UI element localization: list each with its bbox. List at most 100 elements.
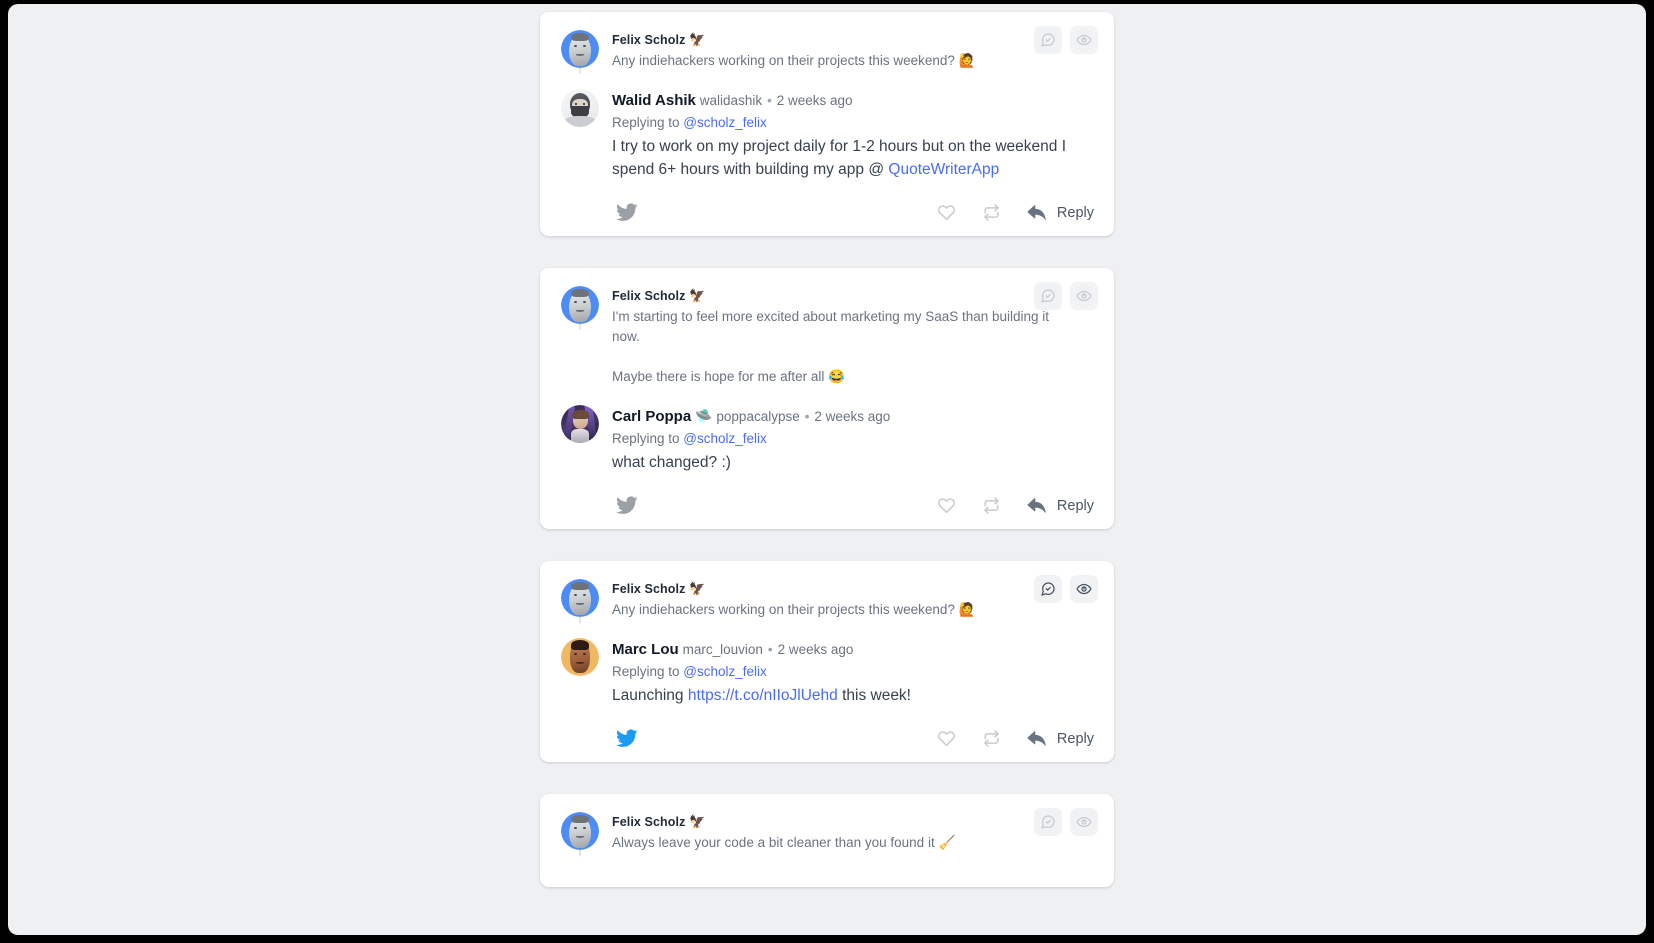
avatar-column (560, 579, 600, 623)
meta-separator: • (766, 92, 772, 108)
avatar-column (560, 30, 600, 74)
original-author-name: Felix Scholz 🦅 (612, 31, 1064, 49)
avatar[interactable] (561, 30, 599, 68)
reply-author-handle: walidashik (699, 93, 763, 108)
reply-card[interactable]: Felix Scholz 🦅 Any indiehackers working o… (540, 561, 1114, 762)
original-tweet: Felix Scholz 🦅 Any indiehackers working o… (560, 30, 1094, 74)
avatar[interactable] (561, 579, 599, 617)
original-tweet-text: Any indiehackers working on their projec… (612, 602, 976, 617)
avatar[interactable] (561, 812, 599, 850)
thread-connector-line (579, 68, 581, 74)
reply-meta: Carl Poppa 🛸 poppacalypse • 2 weeks ago (612, 406, 1080, 427)
reply-button[interactable]: Reply (1027, 496, 1094, 515)
reply-arrow-icon (1027, 729, 1048, 748)
original-tweet-body: Felix Scholz 🦅 Any indiehackers working o… (612, 30, 1064, 71)
reply-arrow-icon (1027, 203, 1048, 222)
meta-separator: • (804, 408, 810, 424)
original-tweet: Felix Scholz 🦅 I'm starting to feel more … (560, 286, 1094, 387)
author-badge-emoji: 🦅 (689, 814, 706, 829)
card-footer: Reply (560, 480, 1094, 529)
avatar-column (560, 638, 600, 676)
author-badge-emoji: 🦅 (689, 288, 706, 303)
footer-action-group: Reply (937, 203, 1094, 222)
original-tweet-body: Felix Scholz 🦅 Always leave your code a b… (612, 812, 1064, 853)
replying-to-prefix: Replying to (612, 664, 684, 679)
avatar[interactable] (561, 405, 599, 443)
meta-separator: • (767, 641, 773, 657)
reply-author-handle: marc_louvion (682, 642, 763, 657)
app-viewport: Felix Scholz 🦅 Any indiehackers working o… (8, 4, 1646, 935)
reply-body: Walid Ashik walidashik • 2 weeks ago Repl… (612, 89, 1080, 181)
avatar[interactable] (561, 286, 599, 324)
avatar[interactable] (561, 638, 599, 676)
retweet-icon-button[interactable] (982, 729, 1001, 748)
replying-to-handle-link[interactable]: @scholz_felix (683, 115, 767, 130)
heart-icon-button[interactable] (937, 203, 956, 222)
reply-body: Marc Lou marc_louvion • 2 weeks ago Reply… (612, 638, 1080, 707)
thread-connector-line (579, 850, 581, 856)
twitter-bird-icon[interactable] (616, 496, 638, 515)
twitter-bird-icon[interactable] (616, 203, 638, 222)
reply-block: Carl Poppa 🛸 poppacalypse • 2 weeks ago R… (560, 405, 1094, 474)
reply-arrow-icon (1027, 496, 1048, 515)
reply-block: Walid Ashik walidashik • 2 weeks ago Repl… (560, 89, 1094, 181)
retweet-icon-button[interactable] (982, 496, 1001, 515)
avatar-column (560, 286, 600, 330)
avatar-column (560, 89, 600, 127)
author-badge-emoji: 🦅 (689, 581, 706, 596)
original-author-name: Felix Scholz 🦅 (612, 813, 1064, 831)
original-tweet: Felix Scholz 🦅 Always leave your code a b… (560, 812, 1094, 856)
reply-timestamp: 2 weeks ago (814, 409, 891, 424)
reply-button-label: Reply (1056, 204, 1094, 221)
original-tweet-body: Felix Scholz 🦅 I'm starting to feel more … (612, 286, 1064, 387)
reply-button[interactable]: Reply (1027, 203, 1094, 222)
reply-author-handle: poppacalypse (716, 409, 800, 424)
reply-timestamp: 2 weeks ago (777, 642, 854, 657)
reply-card[interactable]: Felix Scholz 🦅 Any indiehackers working o… (540, 12, 1114, 236)
author-name-text: Felix Scholz (612, 815, 686, 829)
avatar-column (560, 812, 600, 856)
original-tweet-text: Any indiehackers working on their projec… (612, 53, 976, 68)
footer-action-group: Reply (937, 496, 1094, 515)
avatar-column (560, 405, 600, 443)
reply-author-badge-emoji: 🛸 (695, 408, 713, 424)
reply-inline-link[interactable]: QuoteWriterApp (888, 161, 999, 178)
twitter-bird-icon[interactable] (616, 729, 638, 748)
reply-card[interactable]: Felix Scholz 🦅 I'm starting to feel more … (540, 268, 1114, 529)
window-frame: Felix Scholz 🦅 Any indiehackers working o… (0, 0, 1654, 943)
card-footer: Reply (560, 187, 1094, 236)
original-author-name: Felix Scholz 🦅 (612, 287, 1064, 305)
thread-connector-line (579, 324, 581, 330)
card-footer: Reply (560, 713, 1094, 762)
reply-block: Marc Lou marc_louvion • 2 weeks ago Reply… (560, 638, 1094, 707)
replying-to-line: Replying to @scholz_felix (612, 112, 1080, 133)
original-tweet-body: Felix Scholz 🦅 Any indiehackers working o… (612, 579, 1064, 620)
reply-button[interactable]: Reply (1027, 729, 1094, 748)
replying-to-prefix: Replying to (612, 431, 684, 446)
replying-to-line: Replying to @scholz_felix (612, 428, 1080, 449)
reply-inline-link[interactable]: https://t.co/nIIoJlUehd (688, 687, 838, 704)
reply-feed-list[interactable]: Felix Scholz 🦅 Any indiehackers working o… (8, 4, 1646, 935)
replying-to-line: Replying to @scholz_felix (612, 661, 1080, 682)
original-tweet-text: Always leave your code a bit cleaner tha… (612, 835, 956, 850)
retweet-icon-button[interactable] (982, 203, 1001, 222)
author-name-text: Felix Scholz (612, 582, 686, 596)
author-badge-emoji: 🦅 (689, 32, 706, 47)
replying-to-handle-link[interactable]: @scholz_felix (683, 431, 767, 446)
replying-to-handle-link[interactable]: @scholz_felix (683, 664, 767, 679)
reply-card[interactable]: Felix Scholz 🦅 Always leave your code a b… (540, 794, 1114, 887)
author-name-text: Felix Scholz (612, 289, 686, 303)
reply-author-name: Carl Poppa (612, 408, 692, 425)
reply-author-name: Walid Ashik (612, 92, 696, 109)
avatar[interactable] (561, 89, 599, 127)
reply-button-label: Reply (1056, 497, 1094, 514)
reply-text: I try to work on my project daily for 1-… (612, 138, 1071, 178)
reply-timestamp: 2 weeks ago (776, 93, 853, 108)
footer-action-group: Reply (937, 729, 1094, 748)
heart-icon-button[interactable] (937, 729, 956, 748)
reply-text: Launching https://t.co/nIIoJlUehd this w… (612, 687, 911, 704)
heart-icon-button[interactable] (937, 496, 956, 515)
reply-button-label: Reply (1056, 730, 1094, 747)
reply-text: what changed? :) (612, 454, 731, 471)
original-author-name: Felix Scholz 🦅 (612, 580, 1064, 598)
